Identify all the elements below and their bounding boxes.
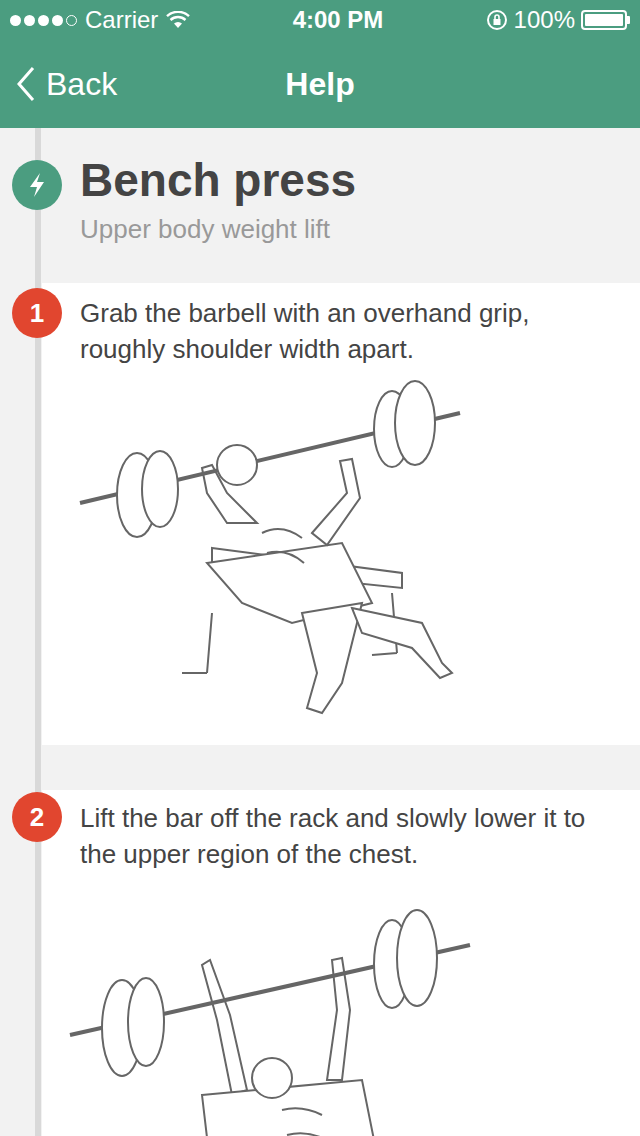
signal-dot: [24, 15, 35, 26]
bench-press-start-illustration: [42, 373, 640, 743]
step-card: 1 Grab the barbell with an overhand grip…: [42, 283, 640, 745]
battery-fill: [585, 14, 623, 26]
step-card: 2 Lift the bar off the rack and slowly l…: [42, 790, 640, 1136]
signal-dot: [52, 15, 63, 26]
step-text: Lift the bar off the rack and slowly low…: [42, 790, 640, 872]
exercise-subtitle: Upper body weight lift: [80, 212, 640, 246]
step-number: 2: [12, 792, 62, 842]
back-button[interactable]: Back: [16, 40, 117, 128]
content: Bench press Upper body weight lift 1 Gra…: [0, 128, 640, 1136]
exercise-header: Bench press Upper body weight lift: [0, 128, 640, 283]
wifi-icon: [166, 11, 190, 29]
signal-icon: [10, 15, 77, 26]
nav-bar: Back Help: [0, 40, 640, 128]
battery-percent: 100%: [514, 2, 575, 38]
bench-press-lowered-illustration: [42, 880, 640, 1136]
exercise-title: Bench press: [80, 152, 640, 208]
step-number: 1: [12, 288, 62, 338]
rotation-lock-icon: [486, 9, 508, 31]
nav-title: Help: [285, 60, 354, 108]
signal-dot: [38, 15, 49, 26]
battery-icon: [581, 10, 630, 30]
signal-dot: [66, 15, 77, 26]
carrier: Carrier: [85, 2, 158, 38]
chevron-left-icon: [16, 66, 36, 102]
timeline-line: [35, 128, 41, 1136]
step-text: Grab the barbell with an overhand grip, …: [42, 283, 640, 367]
lightning-icon: [27, 172, 47, 198]
clock: 4:00 PM: [293, 2, 384, 38]
signal-dot: [10, 15, 21, 26]
exercise-icon: [12, 160, 62, 210]
status-bar: Carrier 4:00 PM 100%: [0, 0, 640, 40]
top-bar: Carrier 4:00 PM 100% Back Help: [0, 0, 640, 128]
